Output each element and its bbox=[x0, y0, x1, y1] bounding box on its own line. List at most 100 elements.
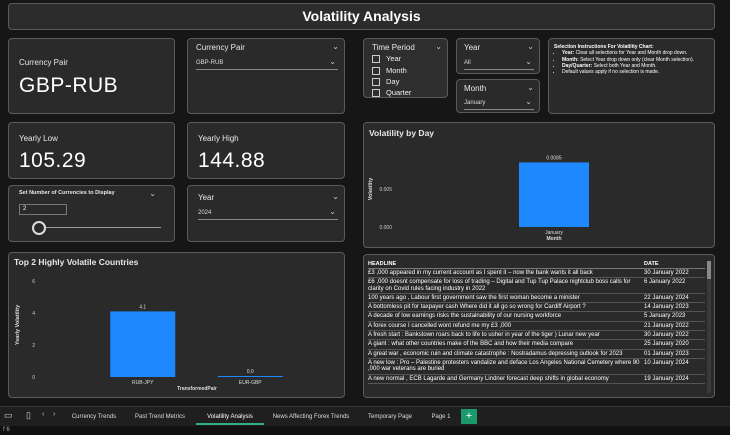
time-period-option-year[interactable]: Year bbox=[372, 54, 401, 65]
currency-pair-card: Currency Pair GBP-RUB bbox=[8, 38, 175, 114]
month-dropdown[interactable]: January ⌄ bbox=[464, 97, 534, 110]
headlines-table: HEADLINE DATE £3 ,000 appeared in my cur… bbox=[363, 254, 715, 398]
time-period-option-month[interactable]: Month bbox=[372, 66, 407, 77]
headline-cell: £6 ,000 doesnt compensate for loss of tr… bbox=[368, 279, 631, 292]
tab-page-1[interactable]: Page 1 bbox=[426, 410, 456, 425]
instructions-text: Selection Instructions For Volatility Ch… bbox=[554, 44, 710, 75]
year-slicer-top: Year ⌄ All ⌄ bbox=[456, 38, 540, 74]
x-axis-label: Month bbox=[547, 236, 562, 242]
currencies-count-slicer: Set Number of Currencies to Display ⌄ 2 bbox=[8, 185, 175, 242]
report-canvas: Volatility Analysis Currency Pair GBP-RU… bbox=[0, 0, 730, 406]
currencies-count-label: Set Number of Currencies to Display bbox=[19, 190, 115, 196]
date-cell: 25 January 2020 bbox=[644, 341, 689, 348]
tab-temporary-page[interactable]: Temporary Page bbox=[360, 410, 420, 425]
add-page-button[interactable]: + bbox=[461, 409, 477, 424]
column-header-date[interactable]: DATE bbox=[644, 261, 705, 268]
table-row[interactable]: £3 ,000 appeared in my current account a… bbox=[368, 269, 705, 279]
table-row[interactable]: A forex course I cancelled wont refund m… bbox=[368, 322, 705, 332]
date-cell: 22 January 2024 bbox=[644, 294, 689, 301]
volatility-by-day-chart: Volatility by Day 0.000 0.005 Volatility 0.… bbox=[363, 122, 715, 248]
time-period-slicer: Time Period ⌄ Year Month Day Quarter bbox=[363, 38, 448, 98]
scrollbar-thumb[interactable] bbox=[707, 261, 711, 279]
chevron-down-icon: ⌄ bbox=[525, 57, 532, 66]
y-axis-label: Yearly Volatility bbox=[15, 304, 21, 345]
slider-thumb[interactable] bbox=[32, 221, 46, 235]
chevron-down-icon[interactable]: ⌄ bbox=[332, 42, 339, 52]
tab-currency-trends[interactable]: Currency Trends bbox=[66, 410, 122, 425]
chevron-down-icon[interactable]: ⌄ bbox=[435, 42, 442, 52]
currencies-count-input[interactable]: 2 bbox=[19, 204, 67, 215]
column-header-headline[interactable]: HEADLINE bbox=[368, 261, 644, 268]
y-tick-label: 6 bbox=[32, 279, 35, 285]
table-row[interactable]: A new normal , ECB Lagarde and Germany L… bbox=[368, 375, 705, 384]
chevron-down-icon[interactable]: ⌄ bbox=[527, 42, 534, 52]
chevron-down-icon: ⌄ bbox=[329, 207, 336, 216]
chevron-right-icon[interactable]: › bbox=[53, 411, 55, 418]
chevron-down-icon[interactable]: ⌄ bbox=[149, 189, 156, 199]
x-axis-label: TransformedPair bbox=[177, 386, 217, 392]
tab-volatility-analysis[interactable]: Volatility Analysis bbox=[196, 410, 264, 425]
volatility-by-day-svg: 0.0000.005Volatility0.0085JanuaryMonth bbox=[368, 155, 589, 242]
date-cell: 14 January 2023 bbox=[644, 304, 689, 311]
table-row[interactable]: A new low : Pro – Palestine protesters v… bbox=[368, 359, 705, 375]
chevron-down-icon[interactable]: ⌄ bbox=[527, 83, 534, 93]
mobile-view-icon[interactable]: ▯ bbox=[26, 410, 31, 421]
table-row[interactable]: A giant : what other countries make of t… bbox=[368, 340, 705, 350]
table-row[interactable]: A bottomless pit for taxpayer cash Where… bbox=[368, 303, 705, 313]
chevron-down-icon: ⌄ bbox=[525, 97, 532, 106]
page-title: Volatility Analysis bbox=[8, 3, 715, 30]
page-tabs-bar: ▭ ▯ ‹ › Currency Trends Past Trend Metri… bbox=[0, 406, 730, 426]
year-top-dropdown[interactable]: All ⌄ bbox=[464, 57, 534, 70]
chevron-left-icon[interactable]: ‹ bbox=[42, 411, 44, 418]
headline-cell: A great war , economic ruin and climate … bbox=[368, 350, 623, 357]
x-tick-label: EUR-GBP bbox=[239, 380, 262, 386]
table-row[interactable]: A fresh start : Bankstown roars back to … bbox=[368, 331, 705, 341]
date-cell: 21 January 2022 bbox=[644, 322, 689, 329]
date-cell: 19 January 2024 bbox=[644, 375, 689, 382]
headline-cell: A new low : Pro – Palestine protesters v… bbox=[368, 359, 640, 373]
data-label: 0.0085 bbox=[546, 155, 562, 161]
date-cell: 5 January 2023 bbox=[644, 313, 686, 320]
headline-cell: £3 ,000 appeared in my current account a… bbox=[368, 270, 593, 276]
scrollbar[interactable] bbox=[707, 261, 711, 393]
yearly-low-label: Yearly Low bbox=[19, 134, 58, 143]
data-label: 0.0 bbox=[247, 369, 254, 375]
date-cell: 30 January 2022 bbox=[644, 270, 689, 276]
headline-cell: A fresh start : Bankstown roars back to … bbox=[368, 332, 600, 339]
tab-news-affecting-forex-trends[interactable]: News Affecting Forex Trends bbox=[268, 410, 354, 425]
tab-past-trend-metrics[interactable]: Past Trend Metrics bbox=[130, 410, 190, 425]
y-tick-label: 4 bbox=[32, 311, 35, 317]
currency-pair-value: GBP-RUB bbox=[19, 74, 119, 97]
date-cell: 01 January 2023 bbox=[644, 350, 689, 357]
table-row[interactable]: 100 years ago , Labour first government … bbox=[368, 294, 705, 304]
chevron-down-icon[interactable]: ⌄ bbox=[332, 192, 339, 202]
chevron-down-icon: ⌄ bbox=[329, 57, 336, 66]
time-period-option-quarter[interactable]: Quarter bbox=[372, 88, 411, 99]
headline-cell: A giant : what other countries make of t… bbox=[368, 341, 574, 348]
headline-cell: 100 years ago , Labour first government … bbox=[368, 294, 580, 301]
date-cell: 10 January 2024 bbox=[644, 359, 689, 366]
currency-pair-slicer: Currency Pair GBP-RUB ⌄ ⌄ bbox=[187, 38, 345, 114]
yearly-low-value: 105.29 bbox=[19, 149, 87, 172]
table-row[interactable]: A great war , economic ruin and climate … bbox=[368, 350, 705, 359]
checkbox-icon bbox=[372, 55, 380, 64]
y-tick-label: 0.000 bbox=[379, 225, 392, 231]
bar bbox=[217, 376, 283, 377]
desktop-view-icon[interactable]: ▭ bbox=[4, 410, 13, 421]
currency-pair-card-label: Currency Pair bbox=[19, 58, 68, 67]
yearly-high-label: Yearly High bbox=[198, 134, 239, 143]
y-axis-label: Volatility bbox=[368, 177, 374, 200]
checkbox-icon bbox=[372, 78, 380, 87]
slider-track[interactable] bbox=[37, 227, 161, 228]
currency-pair-dropdown[interactable]: GBP-RUB ⌄ bbox=[196, 57, 338, 70]
y-tick-label: 2 bbox=[32, 343, 35, 349]
table-row[interactable]: £6 ,000 doesnt compensate for loss of tr… bbox=[368, 278, 705, 294]
yearly-high-value: 144.88 bbox=[198, 149, 266, 172]
checkbox-icon bbox=[372, 67, 380, 76]
time-period-option-day[interactable]: Day bbox=[372, 77, 399, 88]
checkbox-icon bbox=[372, 89, 380, 98]
year-bottom-dropdown[interactable]: 2024 ⌄ bbox=[198, 207, 338, 220]
data-label: 4.1 bbox=[139, 304, 146, 310]
table-row[interactable]: A decade of low earnings risks the susta… bbox=[368, 312, 705, 322]
instructions-title: Selection Instructions For Volatility Ch… bbox=[554, 44, 654, 50]
